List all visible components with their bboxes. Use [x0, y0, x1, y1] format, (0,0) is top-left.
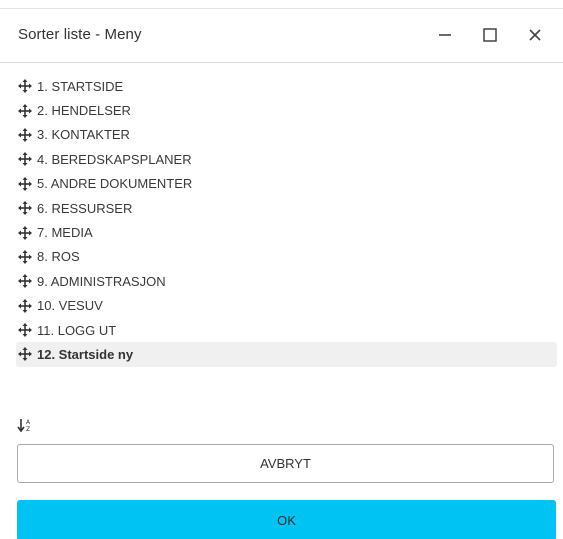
sort-alpha-ascending-button[interactable]: A Z: [17, 417, 33, 433]
move-arrows-icon: [18, 103, 32, 118]
list-item-label: 7. MEDIA: [37, 225, 93, 241]
move-arrows-icon: [18, 347, 32, 362]
sort-list-dialog: Sorter liste - Meny 1. STARTSIDE 2. HENDE…: [0, 0, 563, 539]
sort-alpha-ascending-icon: A Z: [17, 419, 31, 433]
list-item-label: 6. RESSURSER: [37, 200, 133, 216]
maximize-button[interactable]: [477, 23, 503, 47]
list-item[interactable]: 9. ADMINISTRASJON: [16, 269, 557, 293]
maximize-icon: [483, 28, 497, 42]
dialog-titlebar: Sorter liste - Meny: [0, 9, 563, 63]
list-item[interactable]: 4. BEREDSKAPSPLANER: [16, 147, 557, 171]
list-item-label: 11. LOGG UT: [37, 322, 117, 338]
list-item-label: 4. BEREDSKAPSPLANER: [37, 151, 192, 167]
cancel-button[interactable]: AVBRYT: [17, 444, 554, 483]
move-arrows-icon: [18, 249, 32, 264]
move-arrows-icon: [18, 274, 32, 289]
list-item[interactable]: 2. HENDELSER: [16, 98, 557, 122]
sortable-menu-list: 1. STARTSIDE 2. HENDELSER 3. KONTAKTER 4. B…: [16, 74, 557, 367]
list-item[interactable]: 10. VESUV: [16, 294, 557, 318]
list-item[interactable]: 7. MEDIA: [16, 220, 557, 244]
move-arrows-icon: [18, 298, 32, 313]
minimize-icon: [439, 34, 451, 36]
move-arrows-icon: [18, 127, 32, 142]
move-arrows-icon: [18, 176, 32, 191]
list-item-label: 5. ANDRE DOKUMENTER: [37, 176, 193, 192]
list-item[interactable]: 8. ROS: [16, 245, 557, 269]
move-arrows-icon: [18, 201, 32, 216]
list-item[interactable]: 5. ANDRE DOKUMENTER: [16, 172, 557, 196]
list-item-label: 3. KONTAKTER: [37, 127, 130, 143]
minimize-button[interactable]: [432, 23, 458, 47]
list-item-label: 1. STARTSIDE: [37, 78, 124, 94]
list-item-label: 12. Startside ny: [37, 346, 134, 362]
move-arrows-icon: [18, 225, 32, 240]
list-item[interactable]: 6. RESSURSER: [16, 196, 557, 220]
close-button[interactable]: [522, 23, 548, 47]
move-arrows-icon: [18, 323, 32, 338]
list-item-label: 2. HENDELSER: [37, 103, 131, 119]
ok-button[interactable]: OK: [17, 500, 556, 539]
list-item-label: 10. VESUV: [37, 298, 103, 314]
svg-text:A: A: [26, 419, 31, 426]
list-item-label: 8. ROS: [37, 249, 80, 265]
move-arrows-icon: [18, 79, 32, 94]
list-item[interactable]: 1. STARTSIDE: [16, 74, 557, 98]
list-item[interactable]: 12. Startside ny: [16, 342, 557, 367]
list-item[interactable]: 11. LOGG UT: [16, 318, 557, 342]
dialog-title: Sorter liste - Meny: [18, 26, 142, 43]
move-arrows-icon: [18, 152, 32, 167]
list-item-label: 9. ADMINISTRASJON: [37, 273, 166, 289]
list-item[interactable]: 3. KONTAKTER: [16, 123, 557, 147]
close-icon: [529, 29, 541, 41]
svg-text:Z: Z: [26, 426, 30, 433]
